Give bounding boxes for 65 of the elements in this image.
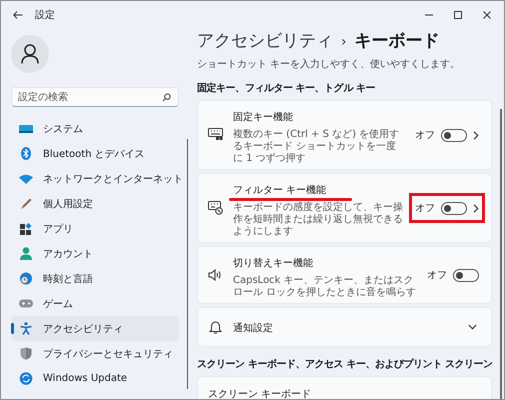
person-icon [21, 44, 39, 64]
keyboard-icon [208, 201, 223, 215]
settings-card[interactable]: フィルター キー機能 キーボードの感度を設定して、キー操作を短時間または繰り返し無視できるようにします オフ [197, 173, 492, 243]
chevron-down-icon[interactable] [468, 324, 477, 330]
bell-icon [208, 320, 223, 334]
nav-item[interactable]: Windows Update [11, 366, 179, 391]
nav-item[interactable]: アプリ [11, 216, 179, 241]
nav-item[interactable]: ゲーム [11, 291, 179, 316]
section-heading: 固定キー、フィルター キー、トグル キー [197, 82, 376, 95]
search-icon [162, 93, 171, 102]
toggle-switch[interactable] [441, 128, 467, 142]
scrollbar[interactable] [500, 109, 502, 399]
setting-title: 切り替えキー機能 [233, 258, 313, 269]
globe-clock-icon [19, 272, 33, 285]
toggle-state-label: オフ [415, 202, 435, 215]
back-icon[interactable] [13, 11, 23, 19]
toggle-state-label: オフ [427, 269, 447, 282]
nav-item[interactable]: 時刻と言語 [11, 266, 179, 291]
setting-description: キーボードの感度を設定して、キー操作を短時間または繰り返し無視できるようにします [233, 202, 404, 238]
bluetooth-icon [19, 147, 33, 160]
toggle-switch[interactable] [441, 202, 467, 214]
speaker-icon [208, 269, 223, 281]
nav-item[interactable]: アカウント [11, 241, 179, 266]
nav-item[interactable]: プライバシーとセキュリティ [11, 341, 179, 366]
nav-item[interactable]: 個人用設定 [11, 191, 179, 216]
settings-card[interactable]: 切り替えキー機能 CapsLock キー、テンキー、またはスクロール ロックを押したときに音を鳴らす オフ [197, 246, 492, 304]
settings-card[interactable]: 通知設定 [197, 307, 492, 347]
section-heading: スクリーン キーボード、アクセス キー、およびプリント スクリーン [197, 358, 494, 371]
setting-title: フィルター キー機能 [233, 185, 326, 196]
nav-item[interactable]: アクセシビリティ [11, 316, 179, 341]
chevron-right-icon[interactable] [473, 130, 479, 140]
pen-icon [19, 198, 33, 210]
settings-card[interactable]: スクリーン キーボード [197, 376, 492, 399]
toggle-state-label: オフ [415, 129, 435, 142]
monitor-icon [19, 124, 33, 134]
setting-title: 通知設定 [233, 322, 273, 334]
breadcrumb-link[interactable]: アクセシビリティ [197, 29, 333, 52]
wifi-icon [19, 174, 33, 184]
avatar[interactable] [11, 35, 49, 73]
controller-icon [19, 299, 33, 308]
toggle-switch[interactable] [453, 268, 479, 282]
nav-item[interactable]: Bluetooth とデバイス [11, 141, 179, 166]
nav-item[interactable]: ネットワークとインターネット [11, 166, 179, 191]
selection-indicator [11, 323, 14, 334]
window-title: 設定 [35, 8, 55, 22]
shield-icon [19, 347, 33, 360]
page-description: ショートカット キーを入力しやすく、使いやすくします。 [197, 58, 462, 71]
scrollbar[interactable] [187, 139, 188, 389]
breadcrumb-separator: › [341, 34, 347, 50]
search-field[interactable]: 設定の検索 [11, 87, 179, 107]
maximize-icon[interactable] [453, 10, 463, 20]
person-icon [19, 247, 33, 260]
accessibility-icon [19, 322, 33, 335]
setting-description: 複数のキー (Ctrl + S など) を使用するキーボード ショートカットを一度に 1 つずつ押す [233, 129, 400, 165]
nav-item[interactable]: システム [11, 116, 179, 141]
settings-card[interactable]: 固定キー機能 複数のキー (Ctrl + S など) を使用するキーボード ショートカットを一度に 1 つずつ押す オフ [197, 100, 492, 170]
setting-description: CapsLock キー、テンキー、またはスクロール ロックを押したときに音を鳴らす [233, 275, 417, 299]
page-title: キーボード [354, 30, 440, 52]
setting-title: 固定キー機能 [233, 112, 293, 123]
setting-title: スクリーン キーボード [208, 388, 312, 399]
close-icon[interactable] [482, 10, 492, 20]
chevron-right-icon[interactable] [473, 204, 479, 212]
apps-icon [19, 222, 33, 234]
update-icon [19, 372, 33, 385]
keyboard-icon [208, 128, 223, 142]
